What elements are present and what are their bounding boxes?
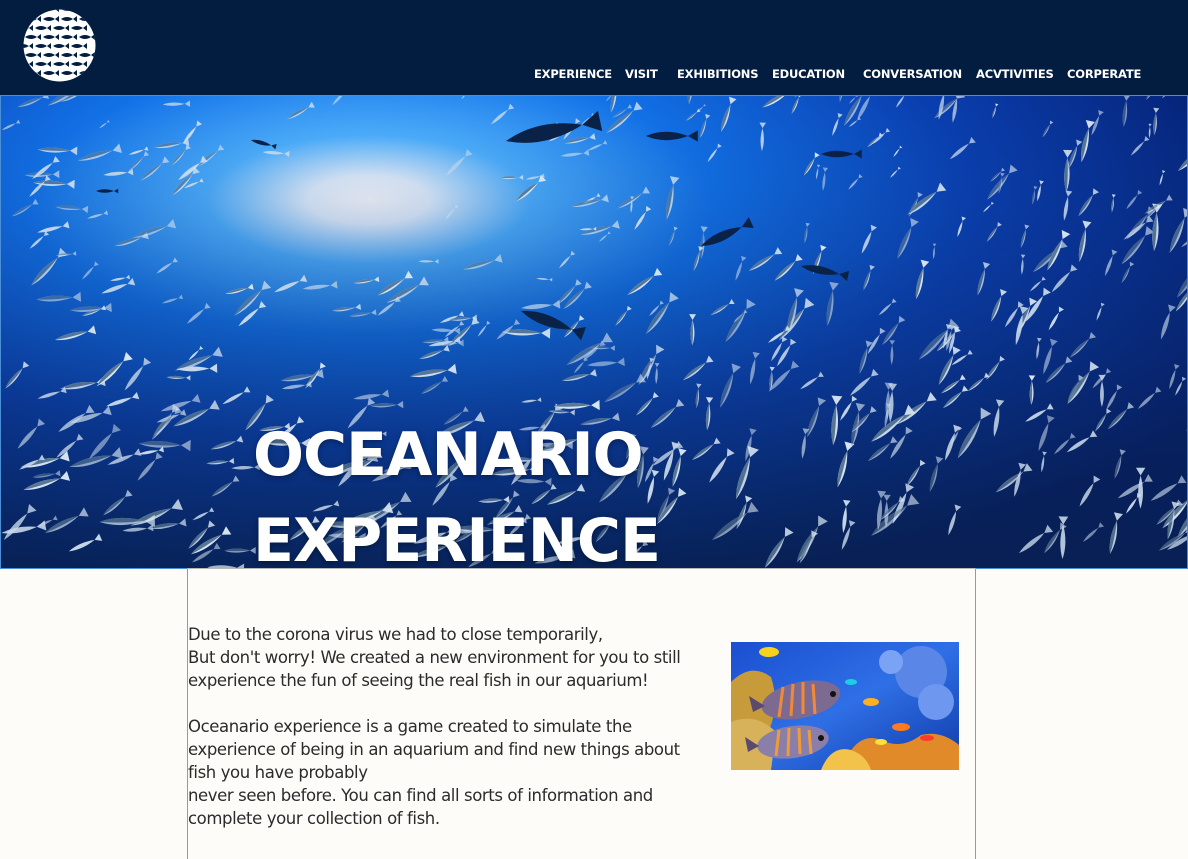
main-nav: EXPERIENCE VISIT EXHIBITIONS EDUCATION C… — [0, 66, 1188, 82]
nav-item-activities[interactable]: ACVTIVITIES — [976, 66, 1054, 82]
intro-line: Due to the corona virus we had to close … — [188, 625, 603, 644]
description-line: fish you have probably — [188, 763, 368, 782]
intro-section: Due to the corona virus we had to close … — [187, 568, 976, 859]
nav-item-experience[interactable]: EXPERIENCE — [534, 66, 612, 82]
coral-reef-fish-photo — [731, 642, 959, 770]
description-line: never seen before. You can find all sort… — [188, 786, 653, 805]
description-line: experience of being in an aquarium and f… — [188, 740, 680, 759]
intro-line: But don't worry! We created a new enviro… — [188, 648, 681, 667]
hero-title-line2: EXPERIENCE — [253, 506, 661, 569]
hero-title: OCEANARIO EXPERIENCE — [253, 412, 661, 569]
intro-line: experience the fun of seeing the real fi… — [188, 671, 649, 690]
nav-item-corperate[interactable]: CORPERATE — [1067, 66, 1141, 82]
nav-item-visit[interactable]: VISIT — [625, 66, 658, 82]
intro-text: Due to the corona virus we had to close … — [188, 623, 718, 830]
hero-title-line1: OCEANARIO — [253, 420, 644, 490]
nav-item-education[interactable]: EDUCATION — [772, 66, 845, 82]
site-header: EXPERIENCE VISIT EXHIBITIONS EDUCATION C… — [0, 0, 1188, 95]
nav-item-conversation[interactable]: CONVERSATION — [863, 66, 962, 82]
nav-item-exhibitions[interactable]: EXHIBITIONS — [677, 66, 758, 82]
hero-banner: OCEANARIO EXPERIENCE — [0, 95, 1188, 569]
description-line: complete your collection of fish. — [188, 809, 440, 828]
description-line: Oceanario experience is a game created t… — [188, 717, 632, 736]
